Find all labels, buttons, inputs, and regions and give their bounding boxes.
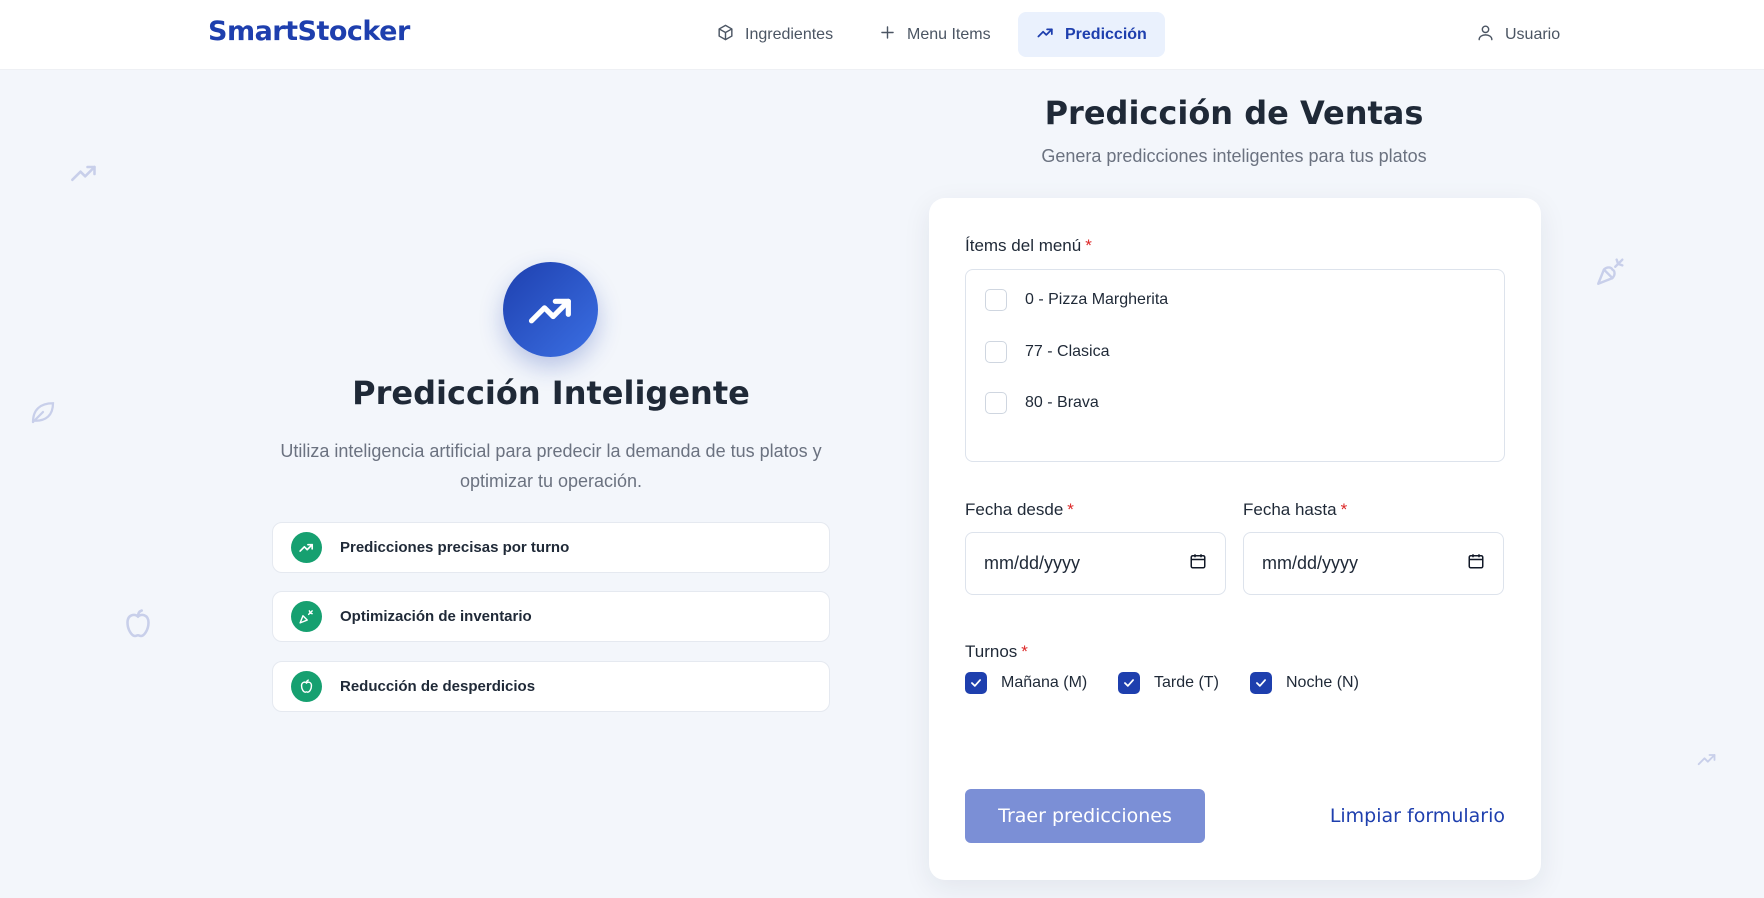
menu-item-label: 77 - Clasica [1025, 343, 1110, 360]
required-mark: * [1340, 500, 1348, 519]
shift-checkbox-manana[interactable]: Mañana (M) [965, 672, 1087, 694]
date-placeholder: mm/dd/yyyy [1262, 553, 1359, 573]
form-subtitle: Genera predicciones inteligentes para tu… [1041, 146, 1427, 166]
nav-item-label: Menu Items [907, 25, 991, 43]
feature-label: Predicciones precisas por turno [340, 539, 570, 556]
menu-item-label: 80 - Brava [1025, 394, 1099, 411]
prediction-form-card: Ítems del menú * 0 - Pizza Margherita 77 … [929, 198, 1541, 880]
carrot-icon [291, 601, 322, 632]
carrot-icon [1594, 254, 1628, 288]
menu-item-label: 0 - Pizza Margherita [1025, 291, 1169, 308]
menu-item-checkbox-row[interactable]: 0 - Pizza Margherita [985, 289, 1168, 311]
nav-item-label: Ingredientes [745, 25, 834, 43]
plus-icon [878, 23, 897, 47]
user-label: Usuario [1505, 25, 1561, 43]
checkbox-checked[interactable] [965, 672, 987, 694]
shift-checkbox-tarde[interactable]: Tarde (T) [1118, 672, 1219, 694]
check-icon [971, 679, 981, 687]
required-mark: * [1085, 236, 1092, 255]
apple-icon [291, 671, 322, 702]
brand-logo[interactable]: SmartStocker [208, 16, 410, 47]
date-to-label-text: Fecha hasta [1243, 500, 1337, 519]
top-navbar: SmartStocker Ingredientes Menu Items Pre… [0, 0, 1764, 70]
shift-label: Mañana (M) [1001, 674, 1088, 691]
calendar-icon[interactable] [1467, 552, 1485, 575]
trending-up-icon [66, 160, 102, 188]
shift-checkbox-noche[interactable]: Noche (N) [1250, 672, 1359, 694]
trending-up-icon [1694, 750, 1720, 770]
required-mark: * [1067, 500, 1074, 519]
date-from-label-text: Fecha desde [965, 500, 1064, 519]
feature-item: Reducción de desperdicios [272, 661, 830, 712]
hero-trending-icon [503, 262, 598, 357]
nav-item-prediccion[interactable]: Predicción [1018, 12, 1165, 57]
menu-item-checkbox-row[interactable]: 77 - Clasica [985, 341, 1109, 363]
checkbox[interactable] [985, 341, 1007, 363]
submit-predictions-button[interactable]: Traer predicciones [965, 789, 1205, 843]
required-mark: * [1021, 642, 1028, 661]
trending-up-icon [528, 298, 571, 323]
feature-label: Optimización de inventario [340, 608, 532, 625]
check-icon [1124, 679, 1134, 687]
nav-item-label: Predicción [1065, 25, 1147, 43]
date-to-input[interactable]: mm/dd/yyyy [1243, 532, 1504, 595]
check-icon [1256, 679, 1266, 687]
user-menu[interactable]: Usuario [1458, 12, 1578, 57]
trending-up-icon [291, 532, 322, 563]
date-to-label: Fecha hasta * [1243, 500, 1347, 520]
date-from-label: Fecha desde * [965, 500, 1074, 520]
user-icon [1476, 23, 1495, 47]
feature-label: Reducción de desperdicios [340, 678, 536, 695]
leaf-icon [28, 397, 58, 427]
menu-item-checkbox-row[interactable]: 80 - Brava [985, 392, 1099, 414]
feature-item: Predicciones precisas por turno [272, 522, 830, 573]
feature-item: Optimización de inventario [272, 591, 830, 642]
menu-items-list[interactable]: 0 - Pizza Margherita 77 - Clasica 80 - B… [965, 269, 1505, 462]
clear-form-link[interactable]: Limpiar formulario [1329, 789, 1505, 843]
checkbox-checked[interactable] [1118, 672, 1140, 694]
checkbox[interactable] [985, 392, 1007, 414]
shifts-label-text: Turnos [965, 642, 1018, 661]
items-label-text: Ítems del menú [965, 236, 1082, 255]
checkbox[interactable] [985, 289, 1007, 311]
trending-up-icon [1036, 23, 1055, 47]
shifts-label: Turnos * [965, 642, 1028, 662]
shift-label: Noche (N) [1286, 674, 1359, 691]
hero-title: Predicción Inteligente [352, 374, 750, 412]
calendar-icon[interactable] [1189, 552, 1207, 575]
hero-description: Utiliza inteligencia artificial para pre… [280, 441, 822, 491]
date-placeholder: mm/dd/yyyy [984, 553, 1081, 573]
date-from-input[interactable]: mm/dd/yyyy [965, 532, 1226, 595]
box-icon [716, 23, 735, 47]
form-title: Predicción de Ventas [1044, 94, 1424, 132]
items-label: Ítems del menú * [965, 236, 1092, 256]
shift-label: Tarde (T) [1154, 674, 1219, 691]
nav-item-ingredientes[interactable]: Ingredientes [698, 12, 851, 57]
apple-icon [120, 606, 156, 642]
nav-item-menu-items[interactable]: Menu Items [860, 12, 1009, 57]
checkbox-checked[interactable] [1250, 672, 1272, 694]
